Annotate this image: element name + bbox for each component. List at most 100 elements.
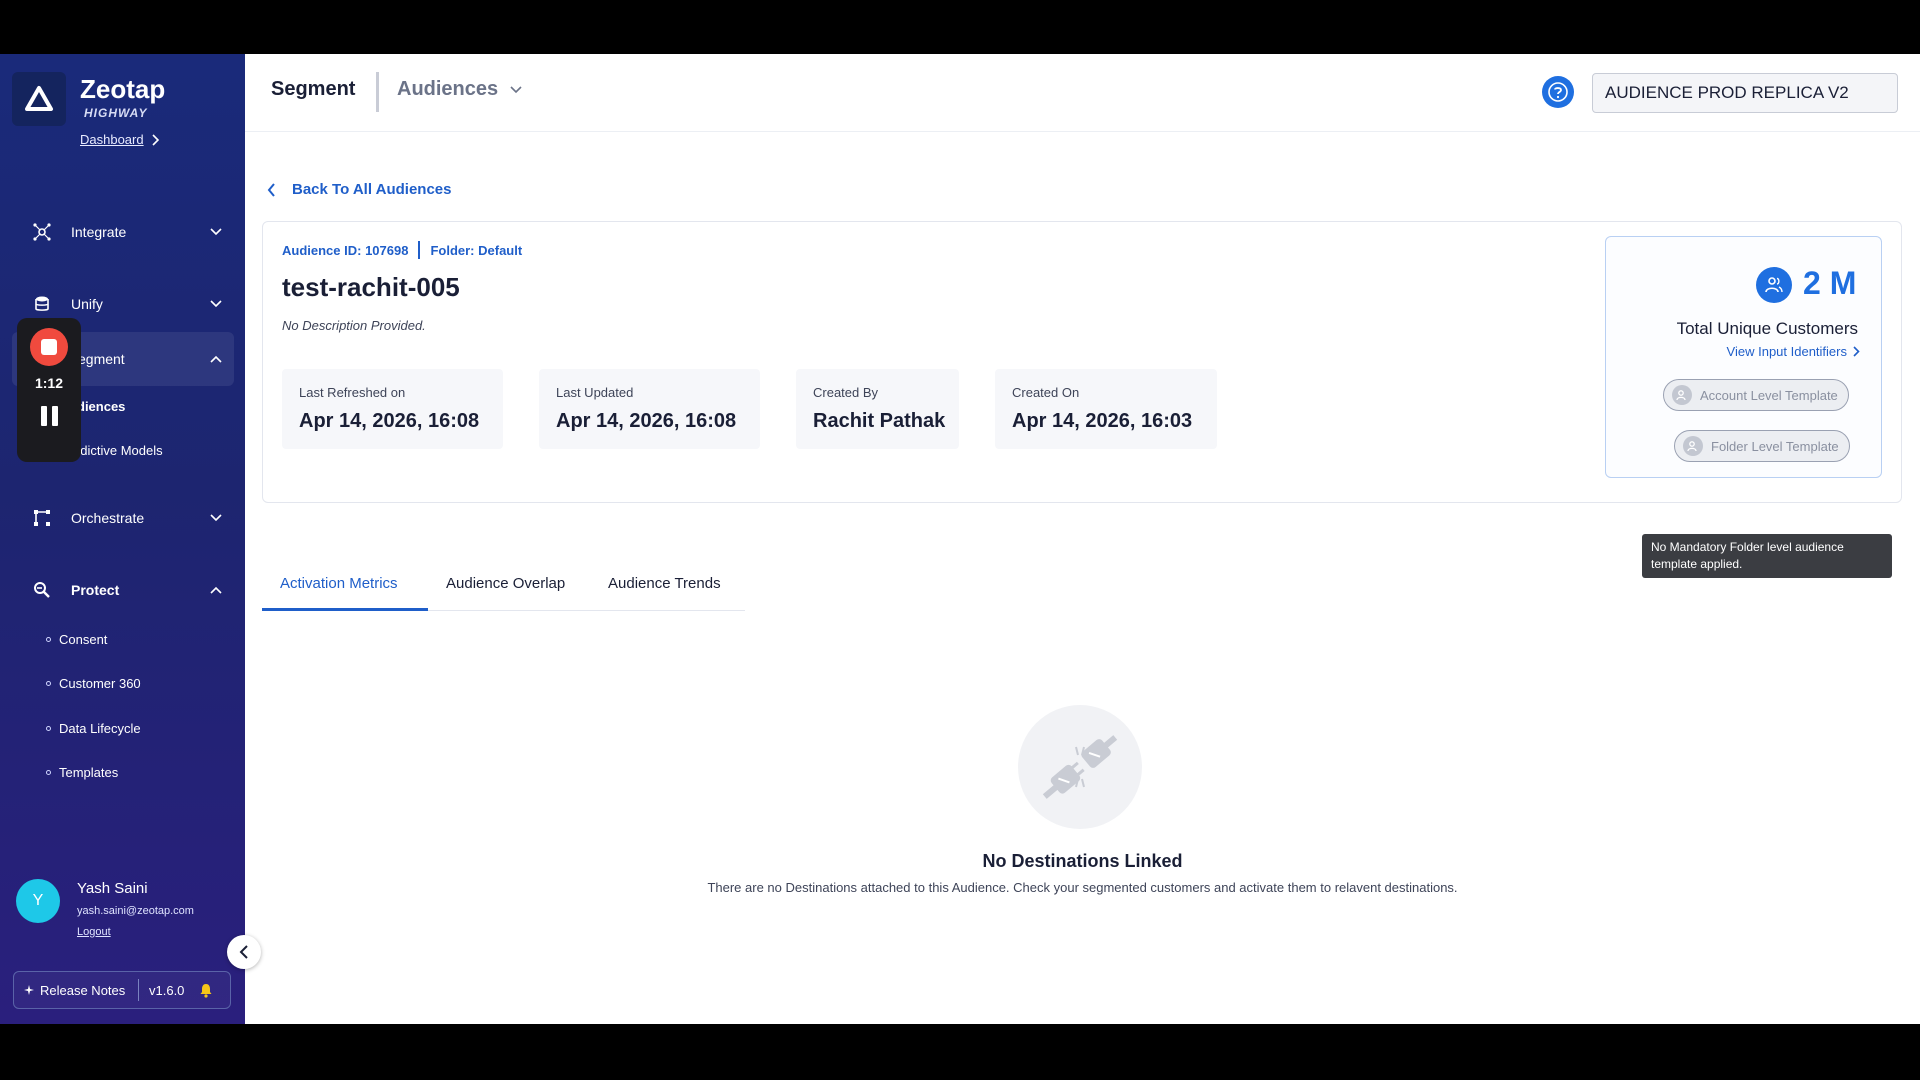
release-notes-label: Release Notes [40, 982, 126, 998]
sidebar-item-orchestrate[interactable]: Orchestrate [0, 498, 245, 538]
bullet-icon [46, 681, 51, 686]
avatar[interactable]: Y [16, 879, 60, 923]
chevron-up-icon [208, 582, 224, 598]
section-dropdown[interactable]: Audiences [397, 78, 522, 101]
section-dropdown-label: Audiences [397, 78, 499, 100]
page-header: Segment Audiences AUDIENCE PROD REPLICA … [245, 54, 1920, 132]
bullet-icon [46, 770, 51, 775]
orchestrate-icon [32, 508, 52, 528]
sidebar-subitem-predictive-models[interactable]: edictive Models [73, 443, 163, 458]
view-input-identifiers-link[interactable]: View Input Identifiers [1727, 344, 1860, 359]
bullet-icon [46, 637, 51, 642]
stat-last-refreshed: Last Refreshed on Apr 14, 2026, 16:08 [282, 369, 503, 449]
sidebar-subitem-consent[interactable]: Consent [46, 632, 107, 647]
brand-name: Zeotap [80, 74, 166, 104]
zeotap-logo-icon[interactable] [12, 72, 66, 126]
chevron-left-icon [239, 945, 248, 959]
folder-level-template-button[interactable]: Folder Level Template [1674, 430, 1850, 462]
stat-value: Rachit Pathak [813, 410, 946, 432]
back-link-label: Back To All Audiences [292, 181, 452, 198]
dashboard-link-label: Dashboard [80, 132, 144, 147]
empty-state-title: No Destinations Linked [982, 851, 1183, 871]
collapse-sidebar-button[interactable] [227, 935, 261, 969]
version-label: v1.6.0 [149, 982, 185, 998]
user-template-icon [1683, 436, 1703, 456]
sidebar-item-label: Protect [71, 582, 120, 598]
help-button[interactable] [1542, 76, 1574, 108]
brand-subtitle: HIGHWAY [84, 106, 148, 120]
user-template-icon [1672, 385, 1692, 405]
audience-details-card: Audience ID: 107698 Folder: Default test… [262, 221, 1902, 503]
sidebar-item-integrate[interactable]: Integrate [0, 212, 245, 252]
help-icon [1548, 82, 1568, 102]
stat-value: Apr 14, 2026, 16:08 [299, 410, 480, 432]
app-window: Zeotap HIGHWAY Dashboard Integrate Unify… [0, 54, 1920, 1024]
stat-label: Created On [1012, 385, 1080, 400]
protect-icon [32, 580, 52, 600]
chevron-up-icon [208, 351, 224, 367]
chevron-down-icon [208, 296, 224, 312]
users-icon [1756, 267, 1792, 303]
stat-value: Apr 14, 2026, 16:08 [556, 410, 737, 432]
user-name: Yash Saini [77, 880, 148, 897]
screen-bottom-letterbox [0, 1024, 1920, 1080]
page-title: Segment [271, 78, 356, 100]
empty-state-text: There are no Destinations attached to th… [707, 880, 1458, 895]
unique-customers-panel: 2 M Total Unique Customers View Input Id… [1605, 236, 1882, 478]
chevron-down-icon [208, 224, 224, 240]
stat-label: Created By [813, 385, 879, 400]
unique-customers-count: 2 M [1803, 265, 1857, 301]
pause-icon-bar [52, 406, 58, 426]
sidebar-item-protect[interactable]: Protect [0, 570, 245, 610]
tab-audience-overlap[interactable]: Audience Overlap [446, 575, 565, 592]
chevron-left-icon [267, 182, 275, 197]
unplugged-icon [1018, 705, 1142, 829]
account-level-template-button[interactable]: Account Level Template [1663, 379, 1849, 411]
sidebar-subitem-customer-360[interactable]: Customer 360 [46, 676, 141, 691]
audience-id: Audience ID: 107698 [282, 242, 409, 258]
sidebar-subitem-label: Consent [59, 632, 108, 647]
template-label: Folder Level Template [1711, 438, 1839, 454]
sidebar: Zeotap HIGHWAY Dashboard Integrate Unify… [0, 54, 245, 1024]
chevron-down-icon [510, 85, 522, 93]
stat-label: Last Refreshed on [299, 385, 406, 400]
database-icon [32, 294, 52, 314]
sidebar-subitem-label: Customer 360 [59, 676, 141, 691]
back-to-audiences-link[interactable]: Back To All Audiences [267, 181, 452, 198]
stop-recording-button[interactable] [30, 328, 68, 366]
sidebar-subitem-data-lifecycle[interactable]: Data Lifecycle [46, 721, 141, 736]
pause-recording-button[interactable] [41, 406, 59, 426]
stop-icon [41, 339, 57, 355]
org-selector[interactable]: AUDIENCE PROD REPLICA V2 [1592, 73, 1898, 113]
chevron-down-icon [208, 510, 224, 526]
sidebar-subitem-templates[interactable]: Templates [46, 765, 118, 780]
release-notes-button[interactable]: Release Notes [14, 979, 139, 1001]
recording-timer: 1:12 [34, 375, 64, 391]
screen-top-letterbox [0, 0, 1920, 54]
pause-icon [41, 406, 47, 426]
bell-icon[interactable] [199, 983, 213, 998]
sidebar-subitem-label: Data Lifecycle [59, 721, 141, 736]
audience-meta: Audience ID: 107698 Folder: Default [282, 241, 522, 259]
sidebar-subitem-label: Templates [59, 765, 119, 780]
dashboard-link[interactable]: Dashboard [80, 132, 160, 147]
header-divider [376, 72, 379, 112]
audience-description: No Description Provided. [282, 318, 426, 333]
unique-customers-label: Total Unique Customers [1676, 319, 1858, 338]
sparkle-icon [24, 985, 34, 995]
template-label: Account Level Template [1700, 387, 1838, 403]
stat-value: Apr 14, 2026, 16:03 [1012, 410, 1193, 432]
user-email: yash.saini@zeotap.com [77, 905, 194, 917]
tab-audience-trends[interactable]: Audience Trends [608, 575, 721, 592]
tab-activation-metrics[interactable]: Activation Metrics [280, 575, 398, 592]
logout-link[interactable]: Logout [77, 926, 111, 938]
sidebar-subitem-audiences[interactable]: diences [77, 399, 125, 414]
sidebar-item-label: Orchestrate [71, 510, 145, 526]
chevron-right-icon [1853, 346, 1860, 357]
meta-divider [418, 241, 421, 259]
audience-name: test-rachit-005 [282, 272, 460, 302]
audience-folder: Folder: Default [430, 242, 523, 258]
screen-recorder-widget: 1:12 [17, 318, 81, 462]
stat-created-by: Created By Rachit Pathak [796, 369, 959, 449]
sidebar-item-label: Unify [71, 296, 103, 312]
